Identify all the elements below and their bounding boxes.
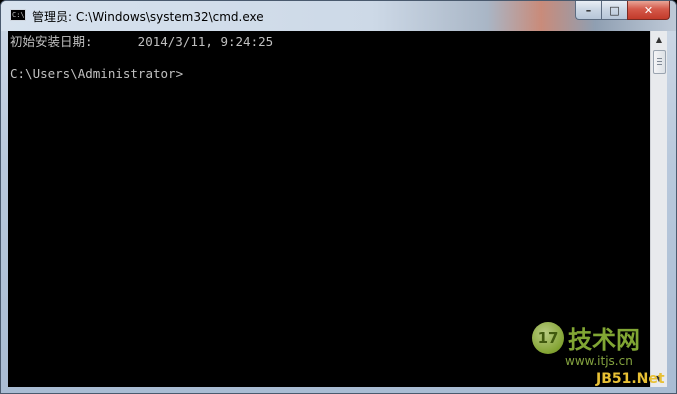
maximize-button[interactable]: □ (601, 1, 627, 20)
watermark-brand: 技术网 (568, 326, 640, 354)
scroll-thumb[interactable] (653, 50, 666, 74)
watermark-url: www.itjs.cn (565, 354, 633, 368)
scroll-up-arrow-icon[interactable]: ▲ (651, 31, 667, 48)
close-button[interactable]: ✕ (627, 1, 670, 20)
window-title: 管理员: C:\Windows\system32\cmd.exe (32, 10, 264, 24)
console-prompt[interactable]: C:\Users\Administrator> (10, 66, 183, 82)
watermark-site: JB51.Net (596, 371, 665, 387)
window-bottom-frame (1, 387, 676, 393)
caption-buttons: – □ ✕ (575, 1, 670, 20)
thumb-grip-line (657, 61, 662, 62)
minimize-button[interactable]: – (575, 1, 601, 20)
title-bar[interactable]: C:\ 管理员: C:\Windows\system32\cmd.exe – □… (1, 1, 676, 31)
thumb-grip-line (657, 58, 662, 59)
cmd-window: C:\ 管理员: C:\Windows\system32\cmd.exe – □… (0, 0, 677, 394)
cmd-icon[interactable]: C:\ (10, 9, 26, 21)
console-line-install-date: 初始安装日期: 2014/3/11, 9:24:25 (10, 34, 274, 49)
thumb-grip-line (657, 64, 662, 65)
watermark-logo: 17 (532, 322, 564, 354)
watermark: 17 技术网 www.itjs.cn JB51.Net (532, 320, 668, 390)
